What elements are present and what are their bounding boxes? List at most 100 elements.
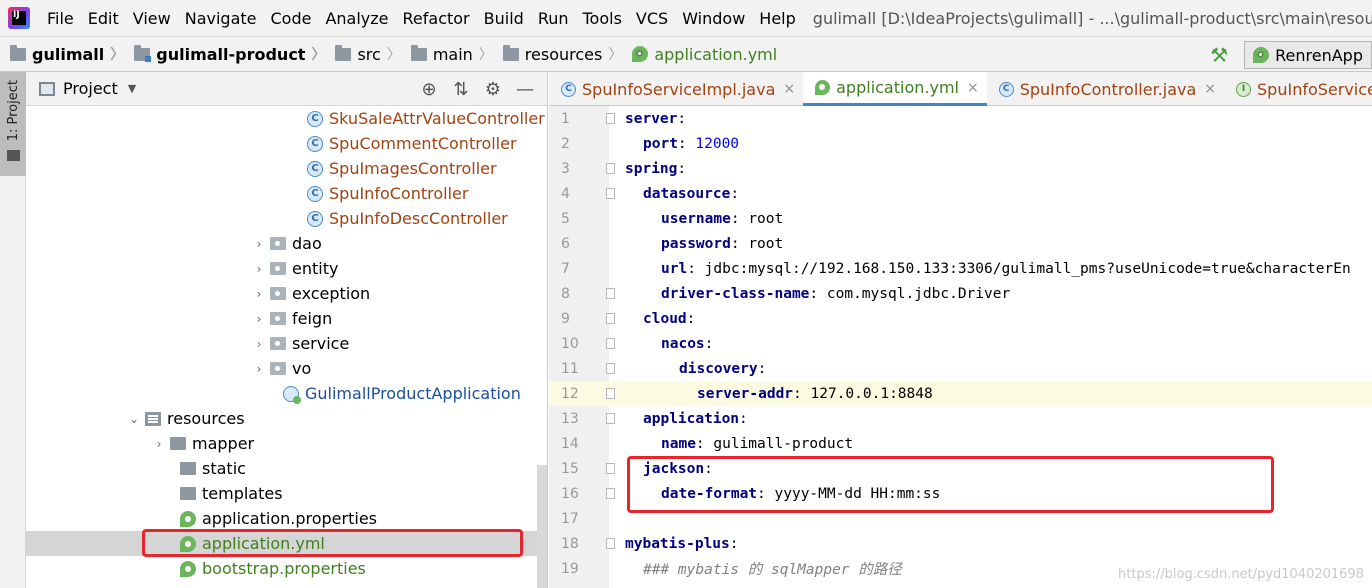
run-configuration-select[interactable]: RenrenApp	[1244, 41, 1372, 69]
tree-item[interactable]: C SkuSaleAttrValueController	[26, 106, 547, 131]
project-tool-tab[interactable]: 1: Project	[0, 72, 26, 176]
tree-item[interactable]: › service	[26, 331, 547, 356]
menu-edit[interactable]: Edit	[81, 9, 126, 28]
yaml-key: spring	[625, 160, 678, 177]
chevron-right-icon[interactable]: ›	[252, 237, 266, 251]
menu-run[interactable]: Run	[531, 9, 576, 28]
close-icon[interactable]: ×	[967, 80, 979, 96]
fold-marker-icon[interactable]	[589, 181, 625, 206]
fold-marker-icon[interactable]	[589, 156, 625, 181]
fold-marker-icon[interactable]	[589, 281, 625, 306]
tree-item[interactable]: static	[26, 456, 547, 481]
tree-item[interactable]: C SpuCommentController	[26, 131, 547, 156]
code-line[interactable]: 10 nacos:	[549, 331, 1372, 356]
caret-down-icon[interactable]: ▼	[128, 82, 136, 95]
tree-item[interactable]: templates	[26, 481, 547, 506]
chevron-right-icon[interactable]: ›	[252, 287, 266, 301]
breadcrumb-application-yml[interactable]: application.yml	[622, 45, 777, 64]
breadcrumb-gulimall-product[interactable]: gulimall-product 〉	[124, 44, 325, 64]
tree-item[interactable]: › entity	[26, 256, 547, 281]
fold-marker-icon[interactable]	[589, 381, 625, 406]
fold-marker-icon[interactable]	[589, 306, 625, 331]
chevron-right-icon[interactable]: ›	[252, 262, 266, 276]
breadcrumb-src[interactable]: src 〉	[325, 44, 401, 64]
collapse-all-icon[interactable]: ⇅	[445, 79, 477, 100]
gear-icon[interactable]: ⚙	[477, 79, 509, 100]
code-text: url: jdbc:mysql://192.168.150.133:3306/g…	[625, 261, 1351, 277]
menu-analyze[interactable]: Analyze	[318, 9, 395, 28]
fold-marker-icon[interactable]	[589, 331, 625, 356]
tree-item[interactable]: bootstrap.properties	[26, 556, 547, 581]
close-icon[interactable]: ×	[1204, 81, 1216, 97]
menu-navigate[interactable]: Navigate	[178, 9, 264, 28]
code-line[interactable]: 3 spring:	[549, 156, 1372, 181]
build-hammer-icon[interactable]: ⚒	[1210, 43, 1228, 67]
code-line[interactable]: 15 jackson:	[549, 456, 1372, 481]
locate-crosshair-icon[interactable]: ⊕	[413, 79, 445, 100]
tree-item[interactable]: application.properties	[26, 506, 547, 531]
code-line[interactable]: 18 mybatis-plus:	[549, 531, 1372, 556]
code-line[interactable]: 17	[549, 506, 1372, 531]
close-icon[interactable]: ×	[783, 81, 795, 97]
code-line[interactable]: 2 port: 12000	[549, 131, 1372, 156]
tree-item[interactable]: C SpuInfoDescController	[26, 206, 547, 231]
module-folder-icon	[134, 44, 152, 62]
folder-icon	[7, 150, 20, 161]
project-scrollbar[interactable]	[537, 465, 547, 588]
fold-marker-icon[interactable]	[589, 106, 625, 131]
tree-item[interactable]: › feign	[26, 306, 547, 331]
fold-marker-icon[interactable]	[589, 406, 625, 431]
tab-spuinfoserviceimpl[interactable]: C SpuInfoServiceImpl.java ×	[549, 72, 803, 106]
code-line[interactable]: 14 name: gulimall-product	[549, 431, 1372, 456]
tree-item-label: GulimallProductApplication	[305, 384, 521, 403]
tree-item[interactable]: › mapper	[26, 431, 547, 456]
code-line[interactable]: 9 cloud:	[549, 306, 1372, 331]
breadcrumb-resources[interactable]: resources 〉	[493, 44, 622, 64]
tree-item[interactable]: GulimallProductApplication	[26, 381, 547, 406]
code-line[interactable]: 13 application:	[549, 406, 1372, 431]
code-line[interactable]: 11 discovery:	[549, 356, 1372, 381]
yaml-separator: :	[704, 460, 713, 477]
code-line[interactable]: 16 date-format: yyyy-MM-dd HH:mm:ss	[549, 481, 1372, 506]
menu-code[interactable]: Code	[264, 9, 319, 28]
fold-marker-icon[interactable]	[589, 531, 625, 556]
breadcrumb-gulimall[interactable]: gulimall 〉	[0, 44, 124, 64]
code-line[interactable]: 7 url: jdbc:mysql://192.168.150.133:3306…	[549, 256, 1372, 281]
chevron-right-icon[interactable]: ›	[252, 312, 266, 326]
menu-tools[interactable]: Tools	[576, 9, 629, 28]
tree-item[interactable]: › exception	[26, 281, 547, 306]
tree-item[interactable]: › dao	[26, 231, 547, 256]
tree-item[interactable]: ⌄ resources	[26, 406, 547, 431]
tree-item[interactable]: C SpuInfoController	[26, 181, 547, 206]
fold-marker-icon[interactable]	[589, 456, 625, 481]
hide-minus-icon[interactable]: —	[509, 79, 541, 100]
project-panel-title[interactable]: Project	[63, 79, 118, 98]
menu-refactor[interactable]: Refactor	[396, 9, 477, 28]
tree-item[interactable]: C SpuImagesController	[26, 156, 547, 181]
fold-marker-icon[interactable]	[589, 481, 625, 506]
menu-window[interactable]: Window	[675, 9, 752, 28]
code-line[interactable]: 5 username: root	[549, 206, 1372, 231]
yaml-key: application	[643, 410, 740, 427]
menu-view[interactable]: View	[126, 9, 178, 28]
fold-marker-icon[interactable]	[589, 356, 625, 381]
menu-help[interactable]: Help	[752, 9, 802, 28]
tab-application-yml[interactable]: application.yml ×	[803, 72, 987, 106]
chevron-right-icon[interactable]: ›	[252, 362, 266, 376]
code-line[interactable]: 1 server:	[549, 106, 1372, 131]
tree-item[interactable]: › vo	[26, 356, 547, 381]
menu-file[interactable]: File	[40, 9, 81, 28]
menu-build[interactable]: Build	[477, 9, 531, 28]
code-line[interactable]: 6 password: root	[549, 231, 1372, 256]
tab-spuinfoservice[interactable]: I SpuInfoService.java	[1224, 72, 1372, 106]
chevron-right-icon[interactable]: ›	[152, 437, 166, 451]
code-line[interactable]: 8 driver-class-name: com.mysql.jdbc.Driv…	[549, 281, 1372, 306]
code-line-current[interactable]: 12 server-addr: 127.0.0.1:8848	[549, 381, 1372, 406]
tab-spuinfocontroller[interactable]: C SpuInfoController.java ×	[987, 72, 1224, 106]
chevron-down-icon[interactable]: ⌄	[127, 412, 141, 426]
chevron-right-icon[interactable]: ›	[252, 337, 266, 351]
tree-item-selected[interactable]: application.yml	[26, 531, 547, 556]
code-line[interactable]: 4 datasource:	[549, 181, 1372, 206]
menu-vcs[interactable]: VCS	[629, 9, 675, 28]
breadcrumb-main[interactable]: main 〉	[401, 44, 493, 64]
